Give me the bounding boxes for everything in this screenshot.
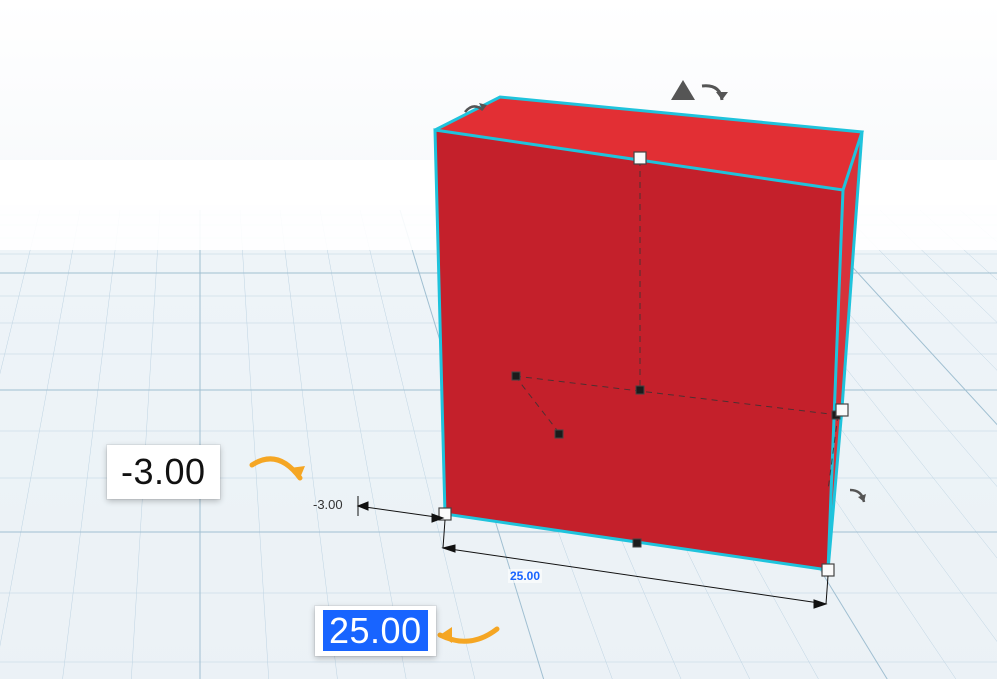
callout-offset-text: -3.00	[121, 451, 206, 492]
top-gizmo[interactable]	[671, 80, 728, 100]
mid-handle[interactable]	[636, 386, 644, 394]
3d-editor-viewport[interactable]: 25.00 -3.00 -3.00 25.00	[0, 0, 997, 679]
box-shape[interactable]	[435, 97, 862, 570]
mid-handle[interactable]	[555, 430, 563, 438]
callout-offset: -3.00	[107, 445, 220, 499]
callout-width-text: 25.00	[323, 610, 428, 651]
dimension-width-label[interactable]: 25.00	[508, 569, 542, 583]
corner-handle[interactable]	[836, 404, 848, 416]
dimension-offset-label[interactable]: -3.00	[311, 497, 345, 512]
callout-width: 25.00	[315, 606, 436, 656]
lift-arrow-icon[interactable]	[671, 80, 695, 100]
height-handle[interactable]	[634, 152, 646, 164]
corner-handle[interactable]	[822, 564, 834, 576]
mid-handle[interactable]	[512, 372, 520, 380]
workplane-scene[interactable]	[0, 0, 997, 679]
edge-mid-handle[interactable]	[633, 539, 641, 547]
